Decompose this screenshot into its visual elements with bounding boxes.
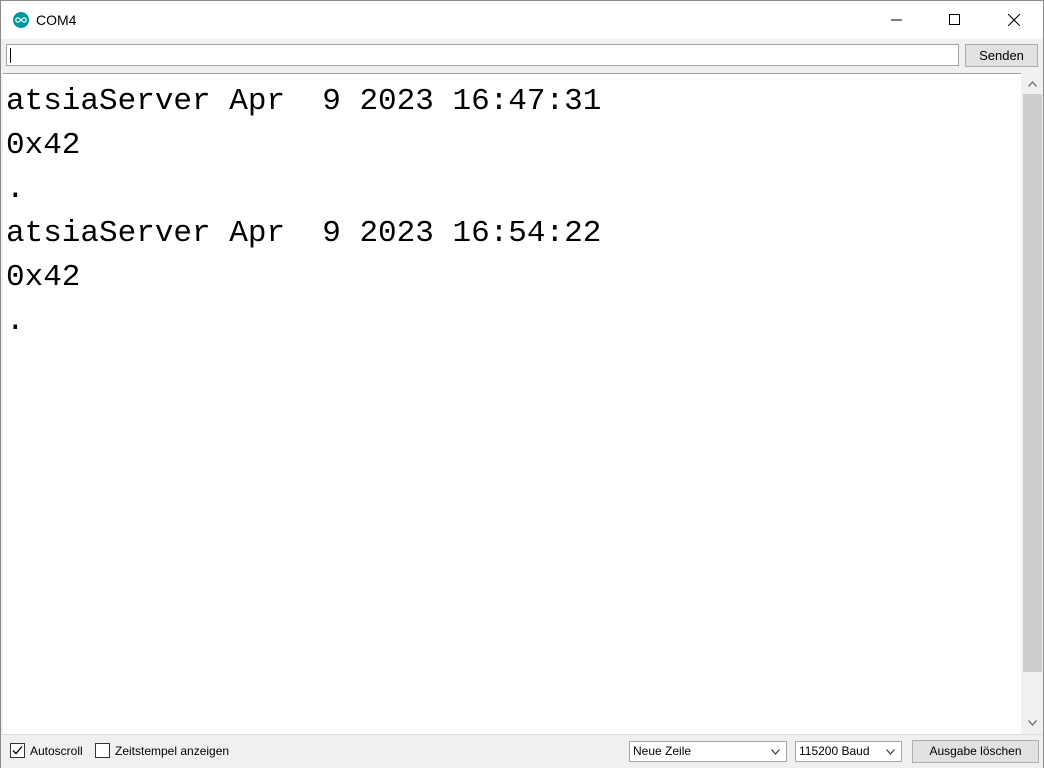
send-bar: Senden bbox=[1, 39, 1043, 72]
send-button[interactable]: Senden bbox=[965, 44, 1038, 67]
scroll-down-button[interactable] bbox=[1022, 713, 1043, 733]
vertical-scrollbar[interactable] bbox=[1022, 74, 1043, 733]
chevron-down-icon bbox=[886, 749, 895, 755]
title-bar[interactable]: COM4 bbox=[1, 1, 1043, 39]
bottom-toolbar: Autoscroll Zeitstempel anzeigen Neue Zei… bbox=[1, 734, 1043, 768]
output-line: 0x42 bbox=[6, 260, 81, 295]
text-caret bbox=[10, 48, 11, 63]
timestamp-checkbox[interactable] bbox=[95, 743, 110, 758]
clear-output-button[interactable]: Ausgabe löschen bbox=[912, 740, 1039, 763]
baud-rate-value: 115200 Baud bbox=[799, 744, 870, 758]
arduino-infinity-icon bbox=[13, 12, 29, 28]
output-line: atsiaServer Apr 9 2023 16:47:31 bbox=[6, 84, 602, 119]
line-ending-select[interactable]: Neue Zeile bbox=[629, 741, 787, 762]
close-icon bbox=[1008, 14, 1020, 26]
output-line: 0x42 bbox=[6, 128, 81, 163]
baud-rate-select[interactable]: 115200 Baud bbox=[795, 741, 902, 762]
chevron-up-icon bbox=[1028, 81, 1037, 87]
output-line: . bbox=[6, 172, 25, 207]
scroll-thumb[interactable] bbox=[1023, 94, 1042, 672]
maximize-icon bbox=[949, 14, 960, 25]
output-text: atsiaServer Apr 9 2023 16:47:31 0x42. atsi… bbox=[6, 80, 601, 344]
line-ending-value: Neue Zeile bbox=[633, 744, 692, 758]
minimize-button[interactable] bbox=[868, 1, 926, 39]
output-line: atsiaServer Apr 9 2023 16:54:22 bbox=[6, 216, 602, 251]
serial-output-area[interactable]: atsiaServer Apr 9 2023 16:47:31 0x42. atsi… bbox=[3, 73, 1021, 734]
window-title: COM4 bbox=[36, 12, 77, 28]
checkmark-icon bbox=[12, 746, 23, 755]
close-button[interactable] bbox=[985, 1, 1043, 39]
autoscroll-label[interactable]: Autoscroll bbox=[30, 744, 83, 758]
timestamp-label[interactable]: Zeitstempel anzeigen bbox=[115, 744, 229, 758]
scroll-up-button[interactable] bbox=[1022, 74, 1043, 94]
send-input[interactable] bbox=[6, 44, 959, 66]
minimize-icon bbox=[891, 19, 902, 21]
maximize-button[interactable] bbox=[926, 1, 984, 39]
chevron-down-icon bbox=[1028, 720, 1037, 726]
autoscroll-checkbox[interactable] bbox=[10, 743, 25, 758]
chevron-down-icon bbox=[771, 749, 780, 755]
serial-monitor-window: COM4 Senden atsiaServer Apr 9 2023 16:47… bbox=[0, 0, 1044, 768]
output-line: . bbox=[6, 304, 25, 339]
